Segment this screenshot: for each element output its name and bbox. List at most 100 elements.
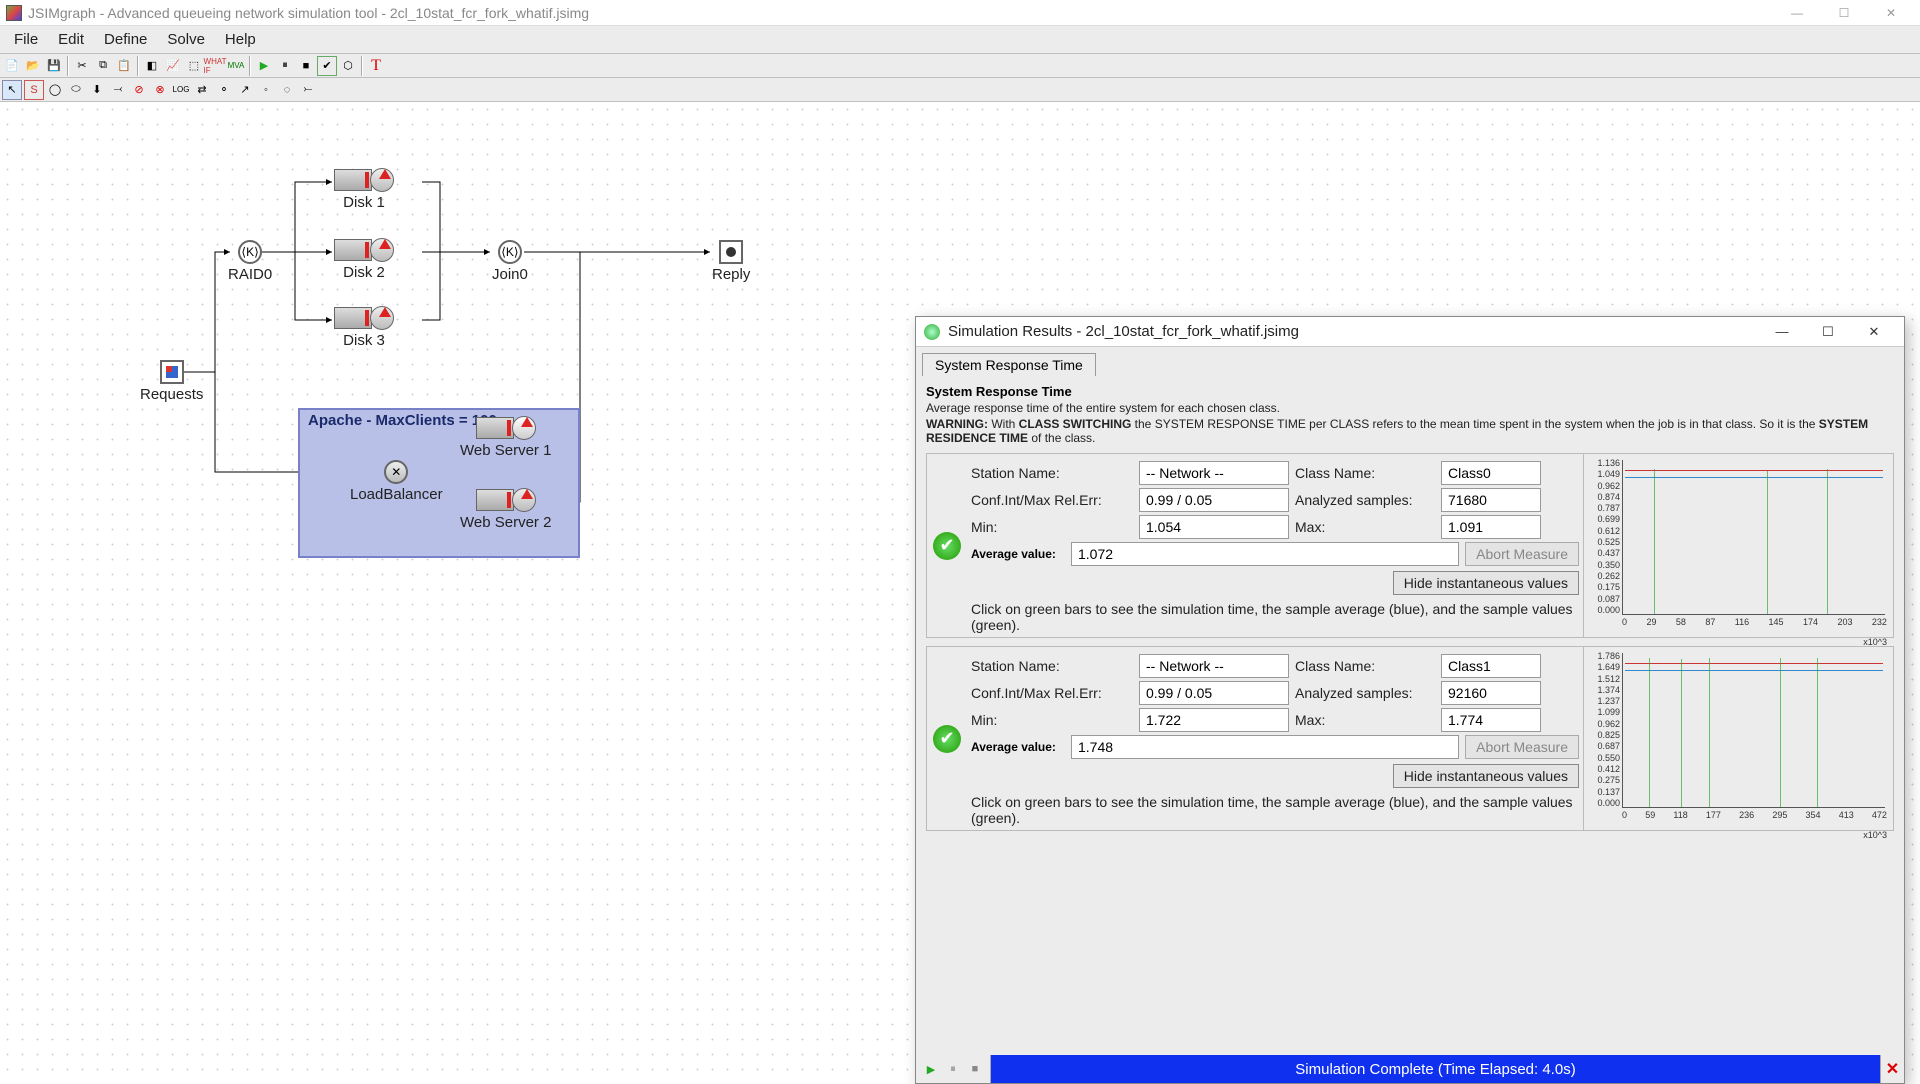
status-message: Simulation Complete (Time Elapsed: 4.0s) xyxy=(991,1055,1880,1083)
hide-values-button[interactable]: Hide instantaneous values xyxy=(1393,571,1579,595)
classswitch-tool-icon[interactable]: ⇄ xyxy=(192,80,212,100)
avg-value: 1.072 xyxy=(1071,542,1459,566)
sim-stop-icon[interactable]: ■ xyxy=(966,1060,984,1078)
station-label: Station Name: xyxy=(971,465,1133,481)
new-icon[interactable]: 📄 xyxy=(2,56,22,76)
tab-system-response-time[interactable]: System Response Time xyxy=(922,353,1096,376)
play-icon[interactable]: ▶ xyxy=(254,56,274,76)
toolbar-main: 📄 📂 💾 ✂ ⧉ 📋 ◧ 📈 ⬚ WHATIF MVA ▶ ⏸ ■ ✔ ⬡ T xyxy=(0,54,1920,78)
dialog-minimize-button[interactable]: — xyxy=(1760,320,1804,344)
open-icon[interactable]: 📂 xyxy=(23,56,43,76)
delay-tool-icon[interactable]: ⬭ xyxy=(66,80,86,100)
stop-icon[interactable]: ■ xyxy=(296,56,316,76)
maximize-button[interactable]: ☐ xyxy=(1821,2,1867,24)
fcr-tool-icon[interactable]: ⊗ xyxy=(150,80,170,100)
cut-icon[interactable]: ✂ xyxy=(72,56,92,76)
node-requests[interactable]: Requests xyxy=(140,360,203,403)
copy-icon[interactable]: ⧉ xyxy=(93,56,113,76)
hide-values-button[interactable]: Hide instantaneous values xyxy=(1393,764,1579,788)
max-label: Max: xyxy=(1295,519,1435,535)
samples-value: 71680 xyxy=(1441,488,1541,512)
dialog-titlebar[interactable]: Simulation Results - 2cl_10stat_fcr_fork… xyxy=(916,317,1904,347)
node-web2[interactable]: Web Server 2 xyxy=(460,488,551,531)
source-tool-icon[interactable]: S xyxy=(24,80,44,100)
node-disk3-label: Disk 3 xyxy=(343,332,385,349)
measure-block: ✔ Station Name: -- Network -- Class Name… xyxy=(926,453,1894,638)
router-tool-icon[interactable]: ⊘ xyxy=(129,80,149,100)
station-tool-icon[interactable]: ◯ xyxy=(45,80,65,100)
join-icon: ⟨K⟩ xyxy=(498,240,522,264)
max-value: 1.091 xyxy=(1441,515,1541,539)
node-web2-label: Web Server 2 xyxy=(460,514,551,531)
section-title: System Response Time xyxy=(926,384,1894,399)
select-tool-icon[interactable]: ↖ xyxy=(2,80,22,100)
logger-tool-icon[interactable]: LOG xyxy=(171,80,191,100)
dialog-maximize-button[interactable]: ☐ xyxy=(1806,320,1850,344)
menu-define[interactable]: Define xyxy=(94,27,157,52)
menu-edit[interactable]: Edit xyxy=(48,27,94,52)
transition-tool-icon[interactable]: ◌ xyxy=(277,80,297,100)
place-tool-icon[interactable]: ◦ xyxy=(256,80,276,100)
node-disk2-label: Disk 2 xyxy=(343,264,385,281)
results-dialog: Simulation Results - 2cl_10stat_fcr_fork… xyxy=(915,316,1905,1084)
conf-label: Conf.Int/Max Rel.Err: xyxy=(971,492,1133,508)
abort-measure-button[interactable]: Abort Measure xyxy=(1465,735,1579,759)
sim-pause-icon[interactable]: ⏸ xyxy=(944,1060,962,1078)
measures-icon[interactable]: 📈 xyxy=(163,56,183,76)
menu-file[interactable]: File xyxy=(4,27,48,52)
check-icon: ✔ xyxy=(933,532,961,560)
dialog-statusbar: ▶ ⏸ ■ Simulation Complete (Time Elapsed:… xyxy=(916,1055,1904,1083)
join-tool-icon[interactable]: ⤚ xyxy=(298,80,318,100)
abort-measure-button[interactable]: Abort Measure xyxy=(1465,542,1579,566)
node-reply[interactable]: Reply xyxy=(712,240,750,283)
status-close-button[interactable]: ✕ xyxy=(1880,1055,1904,1083)
minimize-button[interactable]: — xyxy=(1774,2,1820,24)
node-web1-label: Web Server 1 xyxy=(460,442,551,459)
window-title: JSIMgraph - Advanced queueing network si… xyxy=(28,5,1774,21)
main-titlebar: JSIMgraph - Advanced queueing network si… xyxy=(0,0,1920,26)
menubar: File Edit Define Solve Help xyxy=(0,26,1920,54)
class-value: Class1 xyxy=(1441,654,1541,678)
min-value: 1.054 xyxy=(1139,515,1289,539)
app-icon xyxy=(6,5,22,21)
dialog-close-button[interactable]: ✕ xyxy=(1852,320,1896,344)
node-disk1[interactable]: Disk 1 xyxy=(334,168,394,211)
sim-play-icon[interactable]: ▶ xyxy=(922,1060,940,1078)
node-join0[interactable]: ⟨K⟩ Join0 xyxy=(492,240,528,283)
fork-tool-icon[interactable]: ⤙ xyxy=(108,80,128,100)
validate-icon[interactable]: ✔ xyxy=(317,56,337,76)
router-icon: ✕ xyxy=(384,460,408,484)
paste-icon[interactable]: 📋 xyxy=(114,56,134,76)
node-raid0[interactable]: ⟨K⟩ RAID0 xyxy=(228,240,272,283)
menu-help[interactable]: Help xyxy=(215,27,266,52)
text-icon[interactable]: T xyxy=(366,56,386,76)
avg-label: Average value: xyxy=(971,547,1065,561)
link-tool-icon[interactable]: ↗ xyxy=(235,80,255,100)
node-join0-label: Join0 xyxy=(492,266,528,283)
node-requests-label: Requests xyxy=(140,386,203,403)
measure-chart[interactable]: 1.1361.0490.9620.8740.7870.6990.6120.525… xyxy=(1583,454,1893,637)
parameters-icon[interactable]: ⬚ xyxy=(184,56,204,76)
node-raid0-label: RAID0 xyxy=(228,266,272,283)
mva-icon[interactable]: MVA xyxy=(226,56,246,76)
classes-icon[interactable]: ◧ xyxy=(142,56,162,76)
avg-value: 1.748 xyxy=(1071,735,1459,759)
node-disk2[interactable]: Disk 2 xyxy=(334,238,394,281)
node-disk3[interactable]: Disk 3 xyxy=(334,306,394,349)
results-icon[interactable]: ⬡ xyxy=(338,56,358,76)
sink-tool-icon[interactable]: ⬇ xyxy=(87,80,107,100)
whatif-icon[interactable]: WHATIF xyxy=(205,56,225,76)
pause-icon[interactable]: ⏸ xyxy=(275,56,295,76)
menu-solve[interactable]: Solve xyxy=(157,27,215,52)
node-loadbalancer-label: LoadBalancer xyxy=(350,486,443,503)
close-button[interactable]: ✕ xyxy=(1868,2,1914,24)
save-icon[interactable]: 💾 xyxy=(44,56,64,76)
measure-chart[interactable]: 1.7861.6491.5121.3741.2371.0990.9620.825… xyxy=(1583,647,1893,830)
section-desc: Average response time of the entire syst… xyxy=(926,401,1894,415)
semaphore-tool-icon[interactable]: ⚬ xyxy=(214,80,234,100)
node-disk1-label: Disk 1 xyxy=(343,194,385,211)
class-label: Class Name: xyxy=(1295,465,1435,481)
node-web1[interactable]: Web Server 1 xyxy=(460,416,551,459)
node-loadbalancer[interactable]: ✕ LoadBalancer xyxy=(350,460,443,503)
dialog-title: Simulation Results - 2cl_10stat_fcr_fork… xyxy=(948,323,1760,340)
